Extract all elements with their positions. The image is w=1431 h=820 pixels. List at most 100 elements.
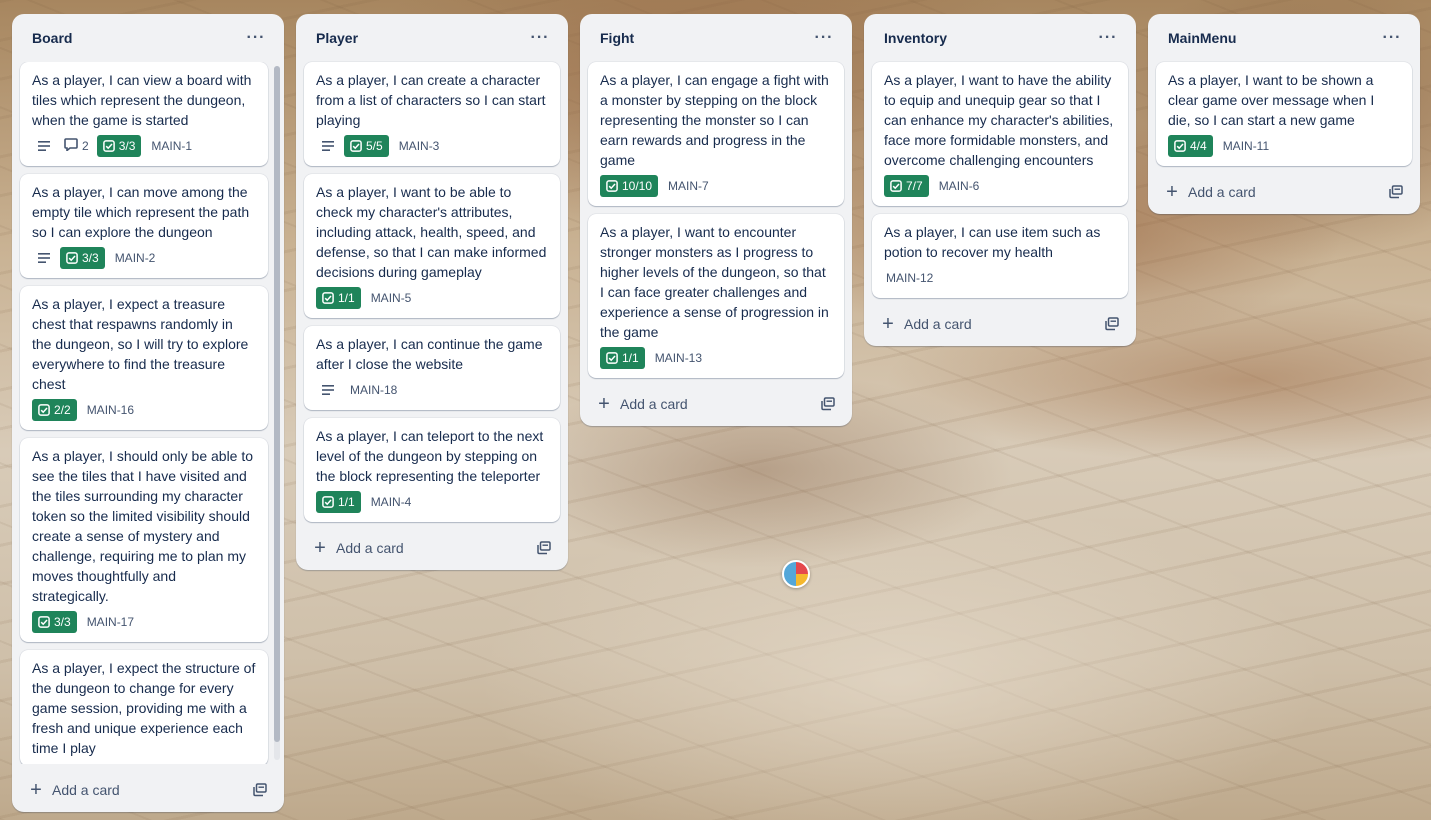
card-list: As a player, I can view a board with til… [12,62,284,764]
card-key: MAIN-7 [668,179,709,193]
checklist-badge: 3/3 [60,247,105,269]
description-lines-icon [316,380,340,400]
card-key: MAIN-5 [370,291,412,305]
checklist-count: 3/3 [118,139,136,153]
list-fight: Fight ··· As a player, I can engage a figh… [580,14,852,426]
card[interactable]: As a player, I can continue the game aft… [304,326,560,410]
comment-count: 2 [82,139,89,153]
card-key: MAIN-6 [938,179,980,193]
card[interactable]: As a player, I can create a character fr… [304,62,560,166]
card-title: As a player, I should only be able to se… [32,448,254,604]
list-board: Board ··· As a player, I can view a board … [12,14,284,812]
card[interactable]: As a player, I want to encounter stronge… [588,214,844,378]
checklist-badge: 4/4 [1168,135,1213,157]
checkbox-icon [1174,140,1186,152]
card[interactable]: As a player, I expect a treasure chest t… [20,286,268,430]
list-title[interactable]: Player [316,30,358,46]
checklist-count: 4/4 [1190,139,1207,153]
card-badges: 4/4 MAIN-11 [1168,134,1400,158]
list-menu-button[interactable]: ··· [1376,22,1408,54]
add-card-button[interactable]: + Add a card [880,314,972,334]
card-badges: 5/5 MAIN-3 [316,134,548,158]
card-template-icon[interactable] [1384,180,1408,204]
add-card-button[interactable]: + Add a card [28,780,120,800]
list-inventory: Inventory ··· As a player, I want to have … [864,14,1136,346]
list-title[interactable]: MainMenu [1168,30,1236,46]
card[interactable]: As a player, I should only be able to se… [20,438,268,642]
add-card-label: Add a card [336,540,404,556]
card-key: MAIN-2 [114,251,156,265]
list-footer: + Add a card [12,768,284,812]
list-mainmenu: MainMenu ··· As a player, I want to be sho… [1148,14,1420,214]
card-title: As a player, I can use item such as poti… [884,224,1101,260]
card-key: MAIN-11 [1222,139,1270,153]
card[interactable]: As a player, I want to be able to check … [304,174,560,318]
card-title: As a player, I expect the structure of t… [32,660,256,756]
card[interactable]: As a player, I can use item such as poti… [872,214,1128,298]
card[interactable]: As a player, I want to have the ability … [872,62,1128,206]
card-title: As a player, I can view a board with til… [32,72,252,128]
list-menu-button[interactable]: ··· [808,22,840,54]
collaborator-avatar [782,560,810,588]
card-list: As a player, I want to have the ability … [864,62,1136,298]
checkbox-icon [350,140,362,152]
checklist-count: 1/1 [622,351,639,365]
card-template-icon[interactable] [532,536,556,560]
card-title: As a player, I can engage a fight with a… [600,72,829,168]
card-title: As a player, I want to encounter stronge… [600,224,829,340]
card-title: As a player, I want to be shown a clear … [1168,72,1375,128]
add-card-button[interactable]: + Add a card [1164,182,1256,202]
checkbox-icon [322,496,334,508]
card[interactable]: As a player, I can view a board with til… [20,62,268,166]
checklist-count: 5/5 [366,139,383,153]
card-key: MAIN-16 [86,403,135,417]
card-badges: 2 3/3 MAIN-1 [32,134,256,158]
card[interactable]: As a player, I expect the structure of t… [20,650,268,764]
checkbox-icon [606,180,618,192]
card[interactable]: As a player, I can move among the empty … [20,174,268,278]
list-title[interactable]: Inventory [884,30,947,46]
checkbox-icon [38,404,50,416]
list-menu-button[interactable]: ··· [524,22,556,54]
card-template-icon[interactable] [816,392,840,416]
card[interactable]: As a player, I want to be shown a clear … [1156,62,1412,166]
card-key: MAIN-18 [350,383,398,397]
ellipsis-icon: ··· [1098,29,1118,46]
plus-icon: + [1166,181,1178,203]
add-card-button[interactable]: + Add a card [596,394,688,414]
list-title[interactable]: Board [32,30,72,46]
description-lines-icon [32,136,56,156]
list-menu-button[interactable]: ··· [240,22,272,54]
checklist-badge: 1/1 [316,287,361,309]
add-card-button[interactable]: + Add a card [312,538,404,558]
ellipsis-icon: ··· [530,29,550,46]
checklist-count: 10/10 [622,179,653,193]
ellipsis-icon: ··· [1382,29,1402,46]
list-header: Player ··· [296,14,568,62]
card[interactable]: As a player, I can engage a fight with a… [588,62,844,206]
list-header: MainMenu ··· [1148,14,1420,62]
card-badges: 1/1 MAIN-4 [316,490,548,514]
list-footer: + Add a card [864,302,1136,346]
scrollbar[interactable] [274,66,280,760]
card-template-icon[interactable] [1100,312,1124,336]
add-card-label: Add a card [52,782,120,798]
checklist-count: 7/7 [906,179,923,193]
list-title[interactable]: Fight [600,30,634,46]
checklist-count: 3/3 [54,615,71,629]
card-list: As a player, I want to be shown a clear … [1148,62,1420,166]
list-header: Board ··· [12,14,284,62]
card-badges: 1/1 MAIN-13 [600,346,832,370]
list-menu-button[interactable]: ··· [1092,22,1124,54]
plus-icon: + [882,313,894,335]
checklist-count: 1/1 [338,291,355,305]
card-badges: 3/3 MAIN-17 [32,610,256,634]
comment-icon [64,138,78,154]
ellipsis-icon: ··· [246,29,266,46]
list-scroll-area[interactable]: As a player, I can view a board with til… [12,62,284,764]
card-list: As a player, I can create a character fr… [296,62,568,522]
checklist-badge: 2/2 [32,399,77,421]
card-template-icon[interactable] [248,778,272,802]
card[interactable]: As a player, I can teleport to the next … [304,418,560,522]
scrollbar-thumb[interactable] [274,66,280,742]
